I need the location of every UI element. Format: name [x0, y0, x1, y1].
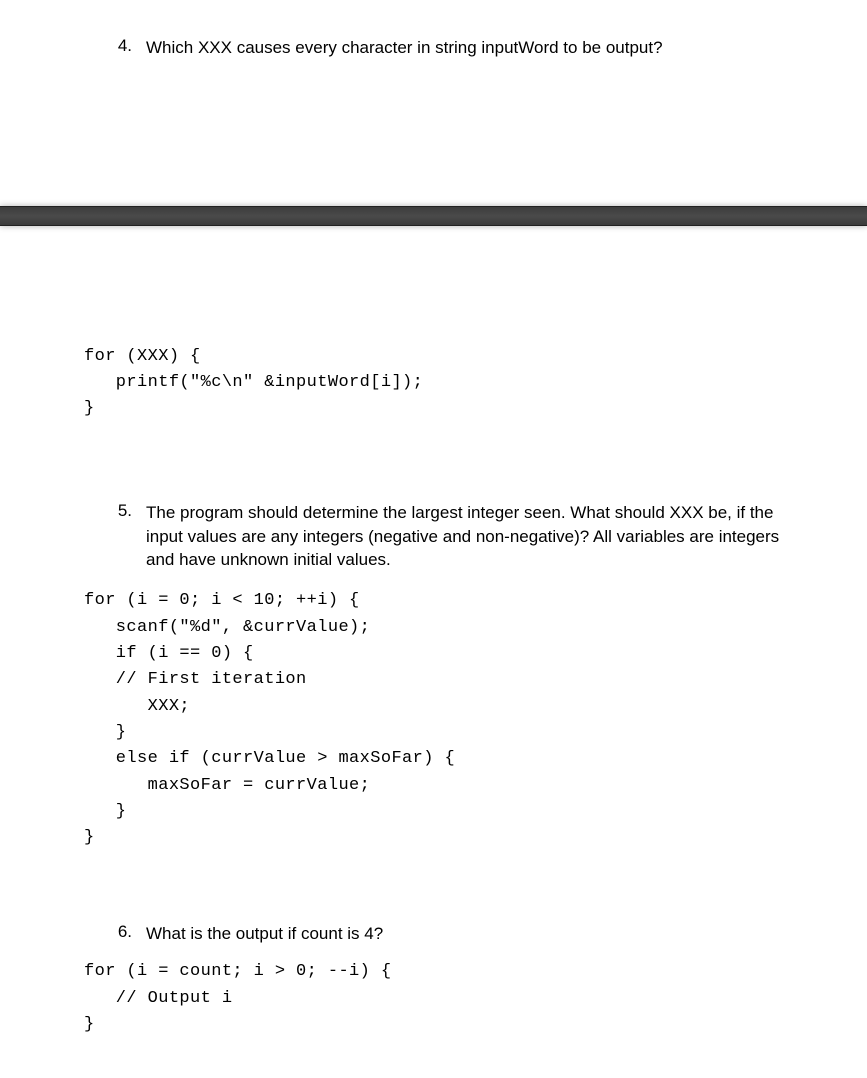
question-6: 6. What is the output if count is 4? [80, 922, 787, 946]
question-number: 6. [104, 922, 132, 942]
lower-section: for (XXX) { printf("%c\n" &inputWord[i])… [0, 344, 867, 1078]
question-number: 4. [104, 36, 132, 56]
question-text: Which XXX causes every character in stri… [146, 36, 787, 60]
code-block-q6: for (i = count; i > 0; --i) { // Output … [84, 959, 787, 1038]
question-5: 5. The program should determine the larg… [80, 501, 787, 572]
question-text: What is the output if count is 4? [146, 922, 787, 946]
question-text: The program should determine the largest… [146, 501, 787, 572]
code-block-q5: for (i = 0; i < 10; ++i) { scanf("%d", &… [84, 588, 787, 851]
document-page: 4. Which XXX causes every character in s… [0, 0, 867, 1078]
code-block-q4: for (XXX) { printf("%c\n" &inputWord[i])… [84, 344, 787, 423]
top-section: 4. Which XXX causes every character in s… [0, 0, 867, 60]
divider-band [0, 206, 867, 226]
question-4: 4. Which XXX causes every character in s… [80, 36, 787, 60]
question-number: 5. [104, 501, 132, 521]
